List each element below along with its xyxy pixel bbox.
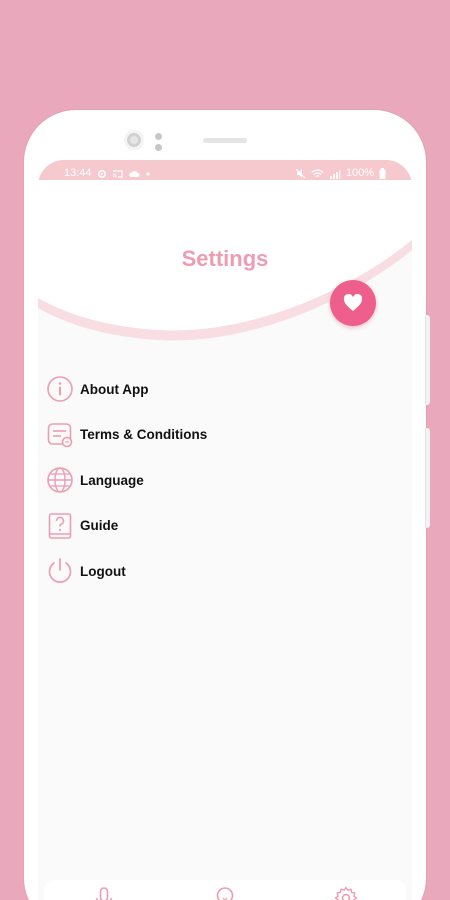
sensor-bottom: [155, 144, 162, 151]
earpiece-speaker: [203, 138, 247, 143]
mute-icon: [295, 168, 306, 179]
menu-item-label: Language: [80, 472, 144, 488]
menu-item-logout[interactable]: Logout: [46, 556, 386, 586]
document-icon: [46, 421, 74, 449]
menu-item-label: Logout: [80, 563, 126, 579]
volume-button: [425, 315, 430, 405]
menu-item-label: About App: [80, 381, 149, 397]
globe-icon: [46, 466, 74, 494]
status-right: 100%: [295, 168, 386, 179]
signal-icon: [329, 169, 341, 179]
nav-item-ideas[interactable]: [195, 886, 255, 900]
menu-item-label: Guide: [80, 518, 119, 533]
settings-status-icon: [97, 169, 106, 178]
lightbulb-icon: [216, 887, 234, 900]
menu-item-terms-conditions[interactable]: Terms & Conditions: [46, 420, 386, 450]
battery-percent: 100%: [345, 167, 374, 179]
menu-item-label: Terms & Conditions: [80, 427, 208, 442]
nav-item-voice[interactable]: [74, 886, 134, 900]
page-title: Settings: [181, 246, 269, 271]
power-button: [425, 428, 430, 528]
menu-item-language[interactable]: Language: [46, 465, 386, 495]
gear-icon: [334, 886, 357, 900]
microphone-icon: [96, 887, 113, 900]
status-time: 13:44: [64, 167, 92, 179]
dot-status-icon: [145, 171, 150, 176]
menu-item-guide[interactable]: Guide: [46, 511, 386, 541]
menu-item-about-app[interactable]: About App: [46, 374, 386, 404]
cloud-status-icon: [128, 170, 140, 177]
help-book-icon: [46, 512, 74, 540]
bottom-navigation: [44, 880, 406, 900]
app-screen: 13:44 100% Settings About App Terms & Co…: [38, 160, 412, 900]
settings-menu: About App Terms & Conditions Language Gu…: [46, 374, 386, 602]
power-icon: [46, 557, 74, 585]
front-camera: [124, 130, 144, 150]
favorite-button[interactable]: [330, 280, 376, 326]
info-icon: [46, 375, 74, 403]
phone-frame: 13:44 100% Settings About App Terms & Co…: [24, 110, 430, 900]
status-left: 13:44: [64, 168, 151, 179]
wifi-icon: [311, 168, 324, 177]
sensor-top: [155, 133, 162, 140]
heart-icon: [343, 294, 363, 311]
cast-status-icon: [112, 169, 123, 178]
nav-item-settings[interactable]: [316, 886, 376, 900]
battery-icon: [379, 168, 386, 179]
